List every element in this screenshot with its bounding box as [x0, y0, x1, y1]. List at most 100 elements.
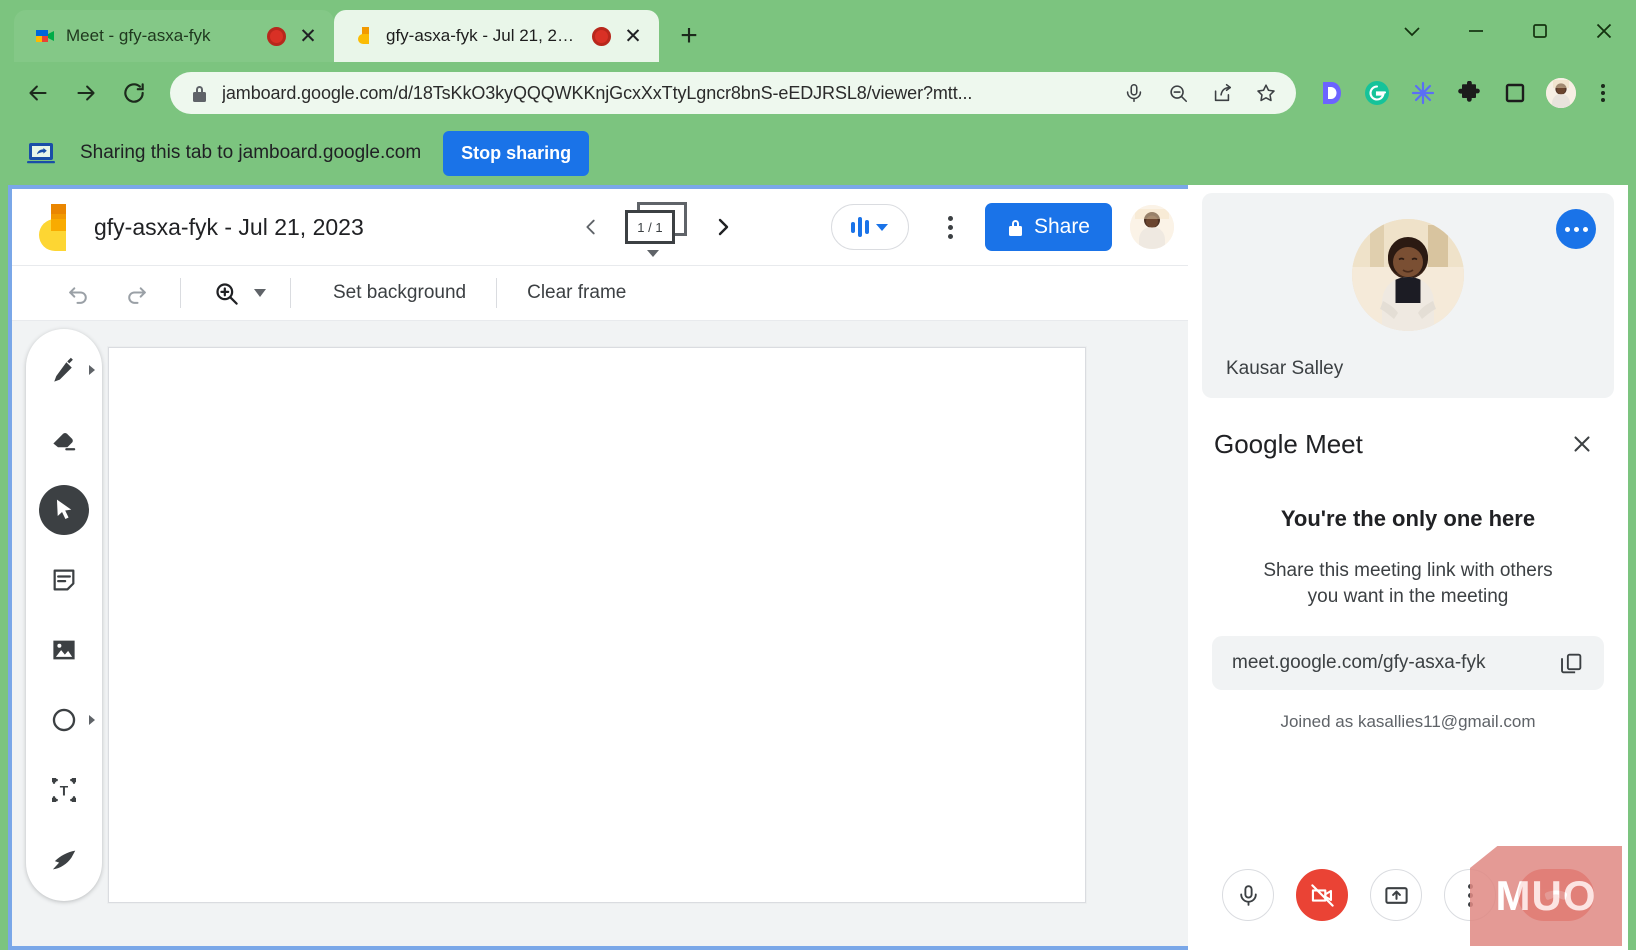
close-tab-button[interactable]: ✕ — [621, 24, 645, 48]
self-view-more-options-three-dots-icon[interactable] — [1556, 209, 1596, 249]
meet-panel-header: Google Meet — [1188, 398, 1628, 472]
laser-pointer-icon[interactable] — [39, 835, 89, 885]
next-frame-button[interactable] — [701, 205, 745, 249]
close-tab-button[interactable]: ✕ — [296, 24, 320, 48]
window-controls — [1380, 0, 1636, 62]
sharing-message: Sharing this tab to jamboard.google.com — [80, 142, 421, 164]
microphone-icon[interactable] — [1222, 869, 1274, 921]
jamboard-tool-rail: T — [26, 329, 102, 901]
meet-empty-subtext: Share this meeting link with others you … — [1253, 558, 1563, 610]
lock-icon[interactable] — [188, 77, 210, 109]
camera-off-icon[interactable] — [1296, 869, 1348, 921]
shape-circle-icon[interactable] — [39, 695, 89, 745]
set-background-button[interactable]: Set background — [309, 282, 490, 304]
svg-text:T: T — [60, 784, 69, 799]
browser-tab-jamboard[interactable]: gfy-asxa-fyk - Jul 21, 2023 - ( ✕ — [334, 10, 659, 62]
zoom-out-icon[interactable] — [1162, 77, 1194, 109]
screen-share-icon — [24, 139, 58, 167]
jamboard-toolbar: Set background Clear frame — [12, 265, 1188, 321]
meet-control-bar: MUO — [1188, 840, 1628, 950]
more-options-icon[interactable] — [1444, 869, 1496, 921]
select-cursor-icon[interactable] — [39, 485, 89, 535]
grammarly-icon[interactable] — [1356, 72, 1398, 114]
forward-arrow-icon[interactable] — [64, 71, 108, 115]
dashlane-icon[interactable] — [1310, 72, 1352, 114]
redo-icon[interactable] — [114, 271, 158, 315]
puzzle-piece-icon[interactable] — [1448, 72, 1490, 114]
tab-title: gfy-asxa-fyk - Jul 21, 2023 - ( — [386, 26, 582, 46]
meeting-link-text: meet.google.com/gfy-asxa-fyk — [1232, 652, 1485, 674]
close-icon[interactable] — [1572, 0, 1636, 62]
close-icon[interactable] — [1562, 424, 1602, 464]
avatar[interactable] — [1540, 72, 1582, 114]
account-avatar[interactable] — [1130, 205, 1174, 249]
shape-options-arrow-icon[interactable] — [89, 715, 95, 725]
zoom-in-icon[interactable] — [213, 280, 240, 307]
microphone-icon[interactable] — [1118, 77, 1150, 109]
reload-icon[interactable] — [112, 71, 156, 115]
navigation-bar: jamboard.google.com/d/18TsKkO3kyQQQWKKnj… — [0, 62, 1636, 124]
sticky-note-icon[interactable] — [39, 555, 89, 605]
bookmark-star-icon[interactable] — [1250, 77, 1282, 109]
share-button-label: Share — [1034, 215, 1090, 239]
hang-up-icon[interactable] — [1518, 869, 1594, 921]
recording-indicator-icon — [592, 27, 611, 46]
share-icon[interactable] — [1206, 77, 1238, 109]
meet-panel-title: Google Meet — [1214, 429, 1363, 460]
copy-icon[interactable] — [1559, 651, 1584, 676]
jamboard-header: gfy-asxa-fyk - Jul 21, 2023 1 / 1 — [12, 189, 1188, 265]
browser-tab-meet[interactable]: Meet - gfy-asxa-fyk ✕ — [14, 10, 334, 62]
meet-empty-state: You're the only one here Share this meet… — [1188, 472, 1628, 840]
jamboard-logo — [34, 202, 78, 252]
jamboard-file-title[interactable]: gfy-asxa-fyk - Jul 21, 2023 — [94, 214, 364, 241]
jamboard-app: gfy-asxa-fyk - Jul 21, 2023 1 / 1 — [8, 185, 1188, 950]
share-button[interactable]: Share — [985, 203, 1112, 251]
side-panel-icon[interactable] — [1494, 72, 1536, 114]
jamboard-more-menu-three-dots-icon[interactable] — [931, 207, 971, 247]
user-avatar — [1546, 78, 1576, 108]
back-arrow-icon[interactable] — [16, 71, 60, 115]
previous-frame-button[interactable] — [569, 205, 613, 249]
meeting-link-box[interactable]: meet.google.com/gfy-asxa-fyk — [1212, 636, 1604, 690]
browser-window: Meet - gfy-asxa-fyk ✕ gfy-asxa-fyk - Jul… — [0, 0, 1636, 950]
frame-counter[interactable]: 1 / 1 — [625, 202, 689, 252]
tab-strip: Meet - gfy-asxa-fyk ✕ gfy-asxa-fyk - Jul… — [0, 0, 1636, 62]
jamboard-canvas-area[interactable]: T — [12, 321, 1188, 946]
eraser-icon[interactable] — [39, 415, 89, 465]
lock-icon — [1007, 218, 1024, 237]
image-icon[interactable] — [39, 625, 89, 675]
chrome-menu-three-dots-icon[interactable] — [1586, 76, 1620, 110]
audio-bars-icon — [851, 216, 869, 238]
joined-as-label: Joined as kasallies11@gmail.com — [1280, 712, 1535, 732]
present-screen-icon[interactable] — [1370, 869, 1422, 921]
maximize-icon[interactable] — [1508, 0, 1572, 62]
clear-frame-button[interactable]: Clear frame — [503, 282, 650, 304]
screen-share-notification-bar: Sharing this tab to jamboard.google.com … — [0, 124, 1636, 182]
tab-title: Meet - gfy-asxa-fyk — [66, 26, 257, 46]
audio-bars-button[interactable] — [831, 204, 909, 250]
frame-counter-label: 1 / 1 — [625, 210, 675, 244]
address-bar[interactable]: jamboard.google.com/d/18TsKkO3kyQQQWKKnj… — [170, 72, 1296, 114]
pen-icon[interactable] — [39, 345, 89, 395]
chevron-down-icon[interactable] — [876, 224, 888, 231]
google-meet-side-panel: Kausar Salley Google Meet You're the onl… — [1188, 185, 1628, 950]
stop-sharing-button[interactable]: Stop sharing — [443, 131, 589, 176]
asterisk-icon[interactable] — [1402, 72, 1444, 114]
extension-icons — [1310, 72, 1620, 114]
undo-icon[interactable] — [56, 271, 100, 315]
caret-down-icon[interactable] — [254, 289, 266, 297]
url-text: jamboard.google.com/d/18TsKkO3kyQQQWKKnj… — [222, 83, 1106, 104]
search-tabs-chevron-down-icon[interactable] — [1380, 0, 1444, 62]
self-view-avatar — [1352, 219, 1464, 331]
toolbar-divider — [180, 278, 181, 308]
meet-self-view-tile[interactable]: Kausar Salley — [1202, 193, 1614, 398]
pen-options-arrow-icon[interactable] — [89, 365, 95, 375]
caret-down-icon[interactable] — [647, 250, 659, 257]
new-tab-button[interactable]: + — [669, 16, 709, 56]
minimize-icon[interactable] — [1444, 0, 1508, 62]
meet-empty-heading: You're the only one here — [1281, 506, 1535, 532]
jamboard-frame-canvas[interactable] — [108, 347, 1086, 903]
toolbar-divider — [496, 278, 497, 308]
text-box-icon[interactable]: T — [39, 765, 89, 815]
zoom-control[interactable] — [213, 280, 266, 307]
